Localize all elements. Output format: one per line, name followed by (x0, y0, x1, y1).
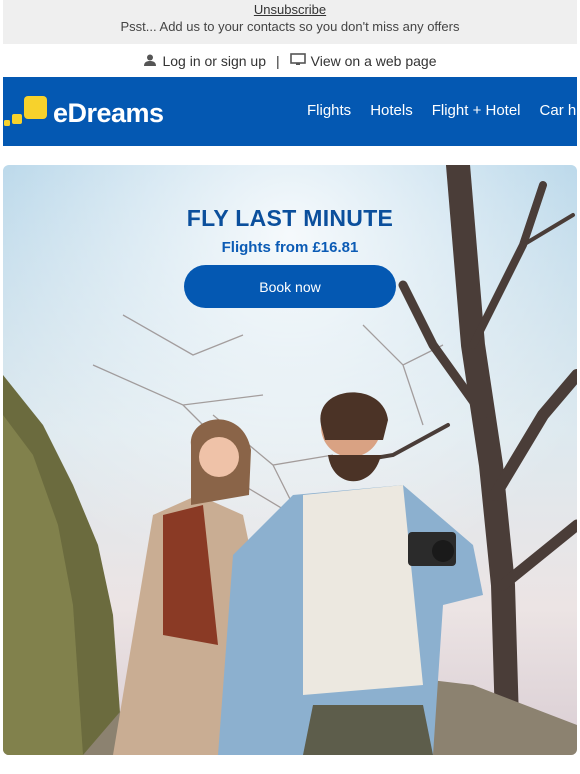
contacts-notice: Psst... Add us to your contacts so you d… (120, 19, 460, 34)
login-link[interactable]: Log in or sign up (143, 53, 266, 69)
web-view-label: View on a web page (310, 52, 437, 69)
user-icon (143, 53, 157, 69)
book-now-button[interactable]: Book now (184, 265, 396, 308)
monitor-icon (289, 52, 306, 69)
hero-subtitle: Flights from £16.81 (221, 239, 359, 256)
hero-title: FLY LAST MINUTE (186, 205, 394, 231)
preheader-bar: Unsubscribe Psst... Add us to your conta… (3, 0, 577, 44)
hero-banner[interactable]: FLY LAST MINUTE Flights from £16.81 Book… (3, 165, 577, 755)
logo-text: eDreams (53, 98, 164, 128)
nav-links: Flights Hotels Flight + Hotel Car hire (307, 102, 577, 119)
nav-car-hire[interactable]: Car hire (540, 102, 577, 119)
nav-bar: eDreams Flights Hotels Flight + Hotel Ca… (3, 77, 577, 146)
separator: | (276, 52, 280, 69)
nav-hotels[interactable]: Hotels (370, 102, 413, 119)
account-links-row: Log in or sign up | View on a web page (3, 44, 577, 77)
nav-flights[interactable]: Flights (307, 102, 351, 119)
web-view-link[interactable]: View on a web page (289, 52, 437, 69)
unsubscribe-link[interactable]: Unsubscribe (3, 2, 577, 17)
nav-flight-hotel[interactable]: Flight + Hotel (432, 102, 521, 119)
logo-dots-icon (4, 96, 47, 126)
login-label: Log in or sign up (162, 52, 267, 69)
edreams-logo[interactable]: eDreams (3, 94, 173, 130)
